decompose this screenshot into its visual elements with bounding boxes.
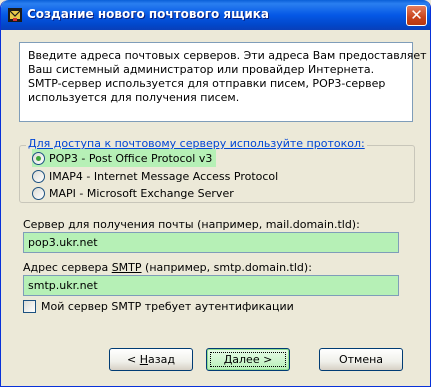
radio-unchecked-icon[interactable] <box>32 169 45 183</box>
back-label-part: < <box>127 353 140 366</box>
window-title: Создание нового почтового ящика <box>27 7 270 21</box>
smtp-server-label: Адрес сервера SMTP (например, smtp.domai… <box>23 261 312 274</box>
back-label-part: азад <box>148 353 175 366</box>
smtp-label-accel: SMTP <box>111 261 142 274</box>
dialog-window: Создание нового почтового ящика ✕ Введит… <box>0 0 431 387</box>
smtp-server-input[interactable]: smtp.ukr.net <box>23 275 399 296</box>
back-button[interactable]: < Назад <box>109 348 193 371</box>
radio-checked-icon[interactable] <box>32 151 45 165</box>
smtp-auth-label: Мой сервер SMTP требует аутентификации <box>41 300 294 313</box>
close-icon: ✕ <box>410 6 423 24</box>
radio-mapi[interactable]: MAPI - Microsoft Exchange Server <box>32 184 234 202</box>
radio-imap4-label: IMAP4 - Internet Message Access Protocol <box>49 169 279 183</box>
mail-app-icon <box>8 8 22 22</box>
next-label-accel: Д <box>223 353 233 366</box>
info-line: Введите адреса почтовых серверов. Эти ад… <box>28 49 427 62</box>
close-button[interactable]: ✕ <box>406 5 427 26</box>
cancel-button[interactable]: Отмена <box>319 348 403 371</box>
back-label-accel: Н <box>139 353 149 366</box>
radio-mapi-label: MAPI - Microsoft Exchange Server <box>49 186 234 200</box>
radio-unchecked-icon[interactable] <box>32 186 45 200</box>
smtp-auth-checkbox[interactable]: Мой сервер SMTP требует аутентификации <box>23 300 294 313</box>
next-button[interactable]: Далее > <box>206 348 290 371</box>
smtp-label-part: Адрес сервера <box>23 261 112 274</box>
next-label-part: алее > <box>232 353 273 366</box>
incoming-server-input[interactable]: pop3.ukr.net <box>23 232 399 253</box>
info-box: Введите адреса почтовых серверов. Эти ад… <box>19 42 427 122</box>
protocol-group: Для доступа к почтовому серверу использу… <box>19 137 415 203</box>
info-line: Ваш системный администратор или провайде… <box>28 63 375 76</box>
info-line: используется для получения писем. <box>28 91 240 104</box>
checkbox-unchecked-icon[interactable] <box>23 300 36 313</box>
smtp-label-part: (например, smtp.domain.tld): <box>141 261 312 274</box>
radio-pop3[interactable]: POP3 - Post Office Protocol v3 <box>32 149 217 167</box>
radio-imap4[interactable]: IMAP4 - Internet Message Access Protocol <box>32 167 278 185</box>
title-bar[interactable]: Создание нового почтового ящика ✕ <box>1 0 430 30</box>
info-line: SMTP-сервер используется для отправки пи… <box>28 77 386 90</box>
radio-pop3-label: POP3 - Post Office Protocol v3 <box>49 151 213 165</box>
incoming-server-label: Сервер для получения почты (например, ma… <box>23 218 360 231</box>
